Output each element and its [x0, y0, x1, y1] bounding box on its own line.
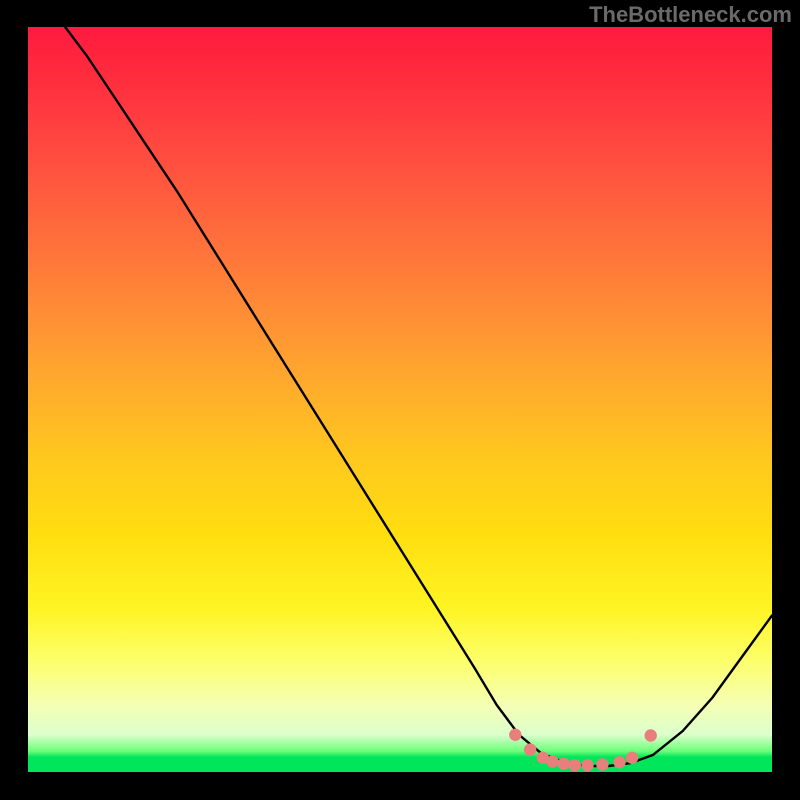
marker-dot	[626, 752, 638, 764]
marker-dot	[613, 756, 625, 768]
marker-dot	[569, 759, 581, 771]
marker-dot	[645, 729, 657, 741]
bottleneck-curve	[65, 27, 772, 766]
marker-dot	[546, 755, 558, 767]
optimal-range-markers	[509, 729, 657, 772]
watermark-text: TheBottleneck.com	[589, 2, 792, 28]
marker-dot	[596, 758, 608, 770]
marker-dot	[524, 743, 536, 755]
marker-dot	[558, 758, 570, 770]
chart-overlay-svg	[28, 27, 772, 772]
marker-dot	[509, 729, 521, 741]
marker-dot	[581, 759, 593, 771]
